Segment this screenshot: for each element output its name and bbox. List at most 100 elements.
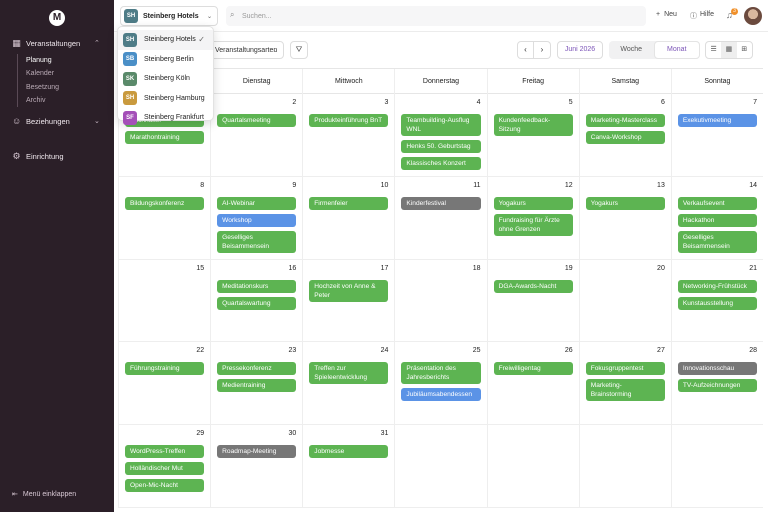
event-chip[interactable]: Führungstraining: [125, 362, 205, 376]
new-button[interactable]: + Neu: [656, 11, 677, 18]
event-chip[interactable]: Firmenfeier: [309, 196, 389, 210]
event-chip[interactable]: Roadmap-Meeting: [217, 445, 297, 459]
org-switcher[interactable]: SH Steinberg Hotels ⌄: [120, 6, 218, 26]
event-chip[interactable]: WordPress-Treffen: [125, 445, 205, 459]
day-cell[interactable]: 17 Hochzeit von Anne & Peter: [302, 259, 395, 343]
day-cell[interactable]: 20: [578, 259, 671, 343]
event-chip[interactable]: Marketing-Brainstorming: [585, 379, 665, 402]
nav-veranstaltungen[interactable]: ▦ Veranstaltungen ⌃: [0, 35, 114, 51]
org-option[interactable]: SK Steinberg Köln: [118, 69, 213, 89]
list-view-icon[interactable]: ☰: [706, 42, 721, 58]
subnav-item-planung[interactable]: Planung: [18, 54, 113, 67]
day-cell[interactable]: 3 Produkteinführung BnT: [302, 94, 395, 177]
event-chip[interactable]: Networking-Frühstück: [677, 279, 757, 293]
event-chip[interactable]: Verkaufsevent: [677, 196, 757, 210]
filter-icon[interactable]: ⛛: [290, 41, 308, 59]
search-input[interactable]: ⌕ Suchen...: [226, 6, 646, 26]
day-cell[interactable]: 6 Marketing-Masterclass Canva-Workshop: [578, 94, 671, 177]
event-chip[interactable]: Yogakurs: [493, 196, 573, 210]
event-chip[interactable]: Treffen zur Spieleentwicklung: [309, 362, 389, 385]
event-chip[interactable]: Geselliges Beisammensein: [217, 230, 297, 253]
day-cell[interactable]: 30 Roadmap-Meeting: [210, 425, 303, 508]
day-cell[interactable]: 25 Präsentation des Jahresberichts Jubiläu…: [394, 342, 487, 426]
current-month-button[interactable]: Juni 2026: [557, 41, 603, 59]
event-chip[interactable]: Präsentation des Jahresberichts: [401, 362, 481, 385]
subnav-item-archiv[interactable]: Archiv: [18, 94, 113, 107]
org-option[interactable]: SF Steinberg Frankfurt: [118, 108, 213, 128]
day-cell[interactable]: 9 AI-Webinar Workshop Geselliges Beisammens…: [210, 176, 303, 260]
event-chip[interactable]: Hochzeit von Anne & Peter: [309, 279, 389, 302]
help-button[interactable]: ⓘ Hilfe: [690, 11, 714, 21]
collapse-menu-button[interactable]: ⇤ Menü einklappen: [12, 490, 76, 499]
event-chip[interactable]: Kunstausstellung: [677, 296, 757, 310]
event-chip[interactable]: DGA-Awards-Nacht: [493, 279, 573, 293]
view-month-button[interactable]: Monat: [653, 41, 700, 59]
grid-view-icon[interactable]: ⊞: [737, 42, 752, 58]
event-chip[interactable]: Kundenfeedback-Sitzung: [493, 114, 573, 136]
event-chip[interactable]: Geselliges Beisammensein: [677, 230, 757, 253]
event-chip[interactable]: Medientraining: [217, 379, 297, 393]
day-cell[interactable]: 5 Kundenfeedback-Sitzung: [486, 94, 579, 177]
day-cell[interactable]: 27 Fokusgruppentest Marketing-Brainstormin…: [578, 342, 671, 426]
event-chip[interactable]: Fokusgruppentest: [585, 362, 665, 376]
subnav-item-kalender[interactable]: Kalender: [18, 67, 113, 80]
event-chip[interactable]: Bildungskonferenz: [125, 196, 205, 210]
day-cell[interactable]: 16 Meditationskurs Quartalswartung: [210, 259, 303, 343]
org-option[interactable]: SB Steinberg Berlin: [118, 50, 213, 70]
day-cell[interactable]: 23 Pressekonferenz Medientraining: [210, 342, 303, 426]
event-chip[interactable]: Jobmesse: [309, 445, 389, 459]
event-type-filter[interactable]: Veranstaltungsarten ⌄: [210, 41, 284, 59]
org-option[interactable]: SH Steinberg Hotels ✓: [118, 30, 213, 50]
calendar-view-icon[interactable]: ▦: [721, 42, 737, 58]
prev-month-button[interactable]: ‹: [517, 41, 534, 59]
view-week-button[interactable]: Woche: [609, 41, 654, 59]
event-chip[interactable]: Yogakurs: [585, 196, 665, 210]
day-cell[interactable]: 29 WordPress-Treffen Holländischer Mut Open…: [118, 425, 211, 508]
day-cell[interactable]: 21 Networking-Frühstück Kunstausstellung: [670, 259, 763, 343]
event-chip[interactable]: TV-Aufzeichnungen: [677, 379, 757, 393]
subnav-item-besetzung[interactable]: Besetzung: [18, 81, 113, 94]
day-cell[interactable]: 4 Teambuilding-Ausflug WNL Henks 50. Gebur…: [394, 94, 487, 177]
day-cell[interactable]: 31 Jobmesse: [302, 425, 395, 508]
event-chip[interactable]: Teambuilding-Ausflug WNL: [401, 114, 481, 136]
event-chip[interactable]: Innovationsschau: [677, 362, 757, 376]
day-cell[interactable]: [578, 425, 671, 508]
day-cell[interactable]: 13 Yogakurs: [578, 176, 671, 260]
day-cell[interactable]: 12 Yogakurs Fundraising für Ärzte ohne Gre…: [486, 176, 579, 260]
day-cell[interactable]: 7 Exekutivmeeting: [670, 94, 763, 177]
event-chip[interactable]: Marketing-Masterclass: [585, 114, 665, 127]
next-month-button[interactable]: ›: [534, 41, 551, 59]
day-cell[interactable]: 26 Freiwilligentag: [486, 342, 579, 426]
event-chip[interactable]: Produkteinführung BnT: [309, 114, 389, 127]
day-cell[interactable]: 18: [394, 259, 487, 343]
event-chip[interactable]: Canva-Workshop: [585, 131, 665, 144]
nav-einrichtung[interactable]: ⚙ Einrichtung: [0, 148, 114, 164]
day-cell[interactable]: 28 Innovationsschau TV-Aufzeichnungen: [670, 342, 763, 426]
day-cell[interactable]: 10 Firmenfeier: [302, 176, 395, 260]
event-chip[interactable]: Meditationskurs: [217, 279, 297, 293]
event-chip[interactable]: Pressekonferenz: [217, 362, 297, 376]
day-cell[interactable]: 22 Führungstraining: [118, 342, 211, 426]
event-chip[interactable]: Fundraising für Ärzte ohne Grenzen: [493, 213, 573, 236]
event-chip[interactable]: Klassisches Konzert: [401, 157, 481, 170]
event-chip[interactable]: Henks 50. Geburtstag: [401, 140, 481, 153]
event-chip[interactable]: Marathontraining: [125, 131, 205, 144]
day-cell[interactable]: 24 Treffen zur Spieleentwicklung: [302, 342, 395, 426]
event-chip[interactable]: Quartalswartung: [217, 296, 297, 310]
event-chip[interactable]: Jubiläumsabendessen: [401, 388, 481, 402]
day-cell[interactable]: [486, 425, 579, 508]
day-cell[interactable]: [670, 425, 763, 508]
day-cell[interactable]: 19 DGA-Awards-Nacht: [486, 259, 579, 343]
event-chip[interactable]: Freiwilligentag: [493, 362, 573, 376]
event-chip[interactable]: Exekutivmeeting: [677, 114, 757, 127]
day-cell[interactable]: 14 Verkaufsevent Hackathon Geselliges Beisa…: [670, 176, 763, 260]
event-chip[interactable]: Open-Mic-Nacht: [125, 479, 205, 493]
event-chip[interactable]: Workshop: [217, 213, 297, 227]
event-chip[interactable]: Quartalsmeeting: [217, 114, 297, 127]
day-cell[interactable]: [394, 425, 487, 508]
event-chip[interactable]: Hackathon: [677, 213, 757, 227]
day-cell[interactable]: 2 Quartalsmeeting: [210, 94, 303, 177]
day-cell[interactable]: 11 Kinderfestival: [394, 176, 487, 260]
day-cell[interactable]: 8 Bildungskonferenz: [118, 176, 211, 260]
nav-beziehungen[interactable]: ☺ Beziehungen ⌄: [0, 113, 114, 129]
